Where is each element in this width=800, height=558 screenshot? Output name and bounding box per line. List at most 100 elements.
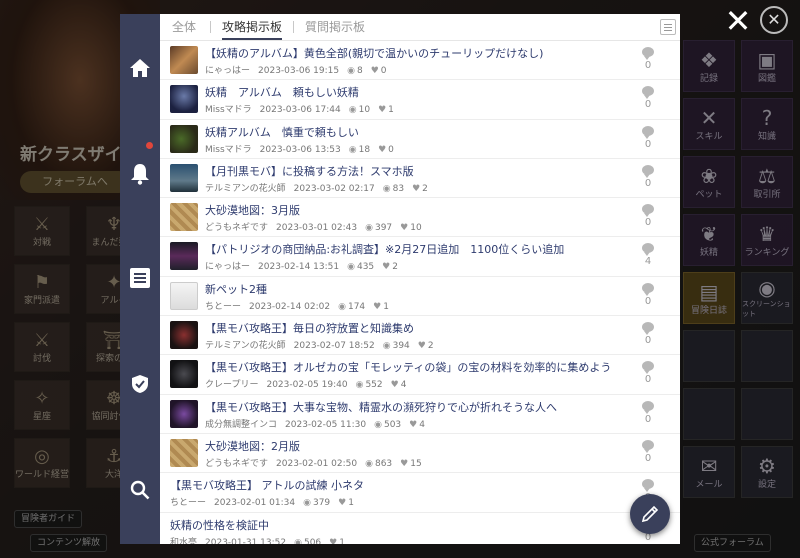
post-likes: 0 [380,66,387,76]
post-comment-count: 4 [644,256,652,268]
post-title[interactable]: 【黒モバ攻略王】大事な宝物、精霊水の瀕死狩りで心が折れそうな人へ [205,399,635,415]
eye-icon: ◉ [382,183,391,194]
post-meta: Missマドラ 2023-03-06 17:44 ◉ 10 ♥ 1 [205,102,635,115]
board-list-button[interactable] [120,258,160,298]
heart-icon: ♥ [400,223,409,234]
post-date: 2023-03-06 13:53 [259,144,341,155]
post-title[interactable]: 大砂漠地図：3月版 [205,202,635,218]
post-meta: どうもネギです 2023-02-01 02:50 ◉ 863 ♥ 15 [205,456,635,469]
comment-icon [642,204,654,218]
post-views: 506 [303,537,322,544]
forum-content: 全体 攻略掲示板 質問掲示板 【妖精のアルバム】黄色全部(親切で温かいのチューリ… [160,14,680,544]
post-title[interactable]: 新ペット2種 [205,281,635,297]
post-row[interactable]: 妖精の性格を検証中 和水亮 2023-01-31 13:52 ◉ 506 ♥ 1 0 [160,513,680,544]
post-meta: ちとーー 2023-02-01 01:34 ◉ 379 ♥ 1 [170,495,600,508]
post-title[interactable]: 妖精の性格を検証中 [170,517,600,533]
post-thumbnail [170,124,198,153]
home-icon [130,59,150,77]
post-row[interactable]: 【黒モバ攻略王】毎日の狩放置と知識集め テルミアンの花火師 2023-02-07 1… [160,316,680,356]
post-thumbnail [170,360,198,389]
post-thumbnail [170,321,198,350]
heart-icon: ♥ [390,380,399,391]
post-row[interactable]: 【パトリジオの商団納品:お礼調査】※2月27日追加 1100位くらい追加 にゃっは… [160,237,680,277]
post-views: 83 [392,183,405,194]
tab-strategy-board[interactable]: 攻略掲示板 [222,14,283,40]
view-toggle-icon[interactable] [660,19,676,35]
comment-icon [642,282,654,296]
search-button[interactable] [120,470,160,510]
post-likes: 4 [400,380,407,391]
notification-dot [146,142,153,149]
post-row[interactable]: 【黒モバ攻略王】大事な宝物、精霊水の瀕死狩りで心が折れそうな人へ 成分無調整インコ… [160,395,680,434]
write-post-button[interactable] [630,494,670,534]
shield-check-icon [132,375,148,393]
post-views: 552 [365,380,383,391]
post-views: 397 [374,223,393,234]
post-likes: 2 [427,341,434,352]
my-activity-button[interactable] [120,364,160,404]
notifications-button[interactable] [120,154,160,194]
post-row[interactable]: 新ペット2種 ちとーー 2023-02-14 02:02 ◉ 174 ♥ 1 0 [160,277,680,317]
list-icon [130,268,150,288]
close-icon[interactable]: ✕ [722,5,754,38]
eye-icon: ◉ [365,223,373,234]
post-row[interactable]: 【月刊黒モバ】に投稿する方法！スマホ版テルミアンの花火師 2023-03-02 0… [160,159,680,199]
close-circle-icon[interactable]: ✕ [760,6,788,34]
post-author: Missマドラ [205,105,252,116]
comment-icon [642,47,654,60]
post-title[interactable]: 妖精 アルバム 頼もしい妖精 [205,84,635,100]
post-meta: テルミアンの花火師 2023-03-02 02:17 ◉ 83 ♥ 2 [205,181,635,194]
heart-icon: ♥ [378,144,387,155]
tab-question-board[interactable]: 質問掲示板 [305,14,365,40]
post-author: どうもネギです [205,223,269,234]
post-author: テルミアンの花火師 [205,183,286,194]
tab-all[interactable]: 全体 [172,14,196,40]
post-row[interactable]: 妖精 アルバム 頼もしい妖精 Missマドラ 2023-03-06 17:44 ◉ 10… [160,80,680,120]
post-comment-count: 0 [644,138,652,150]
post-date: 2023-03-02 02:17 [293,183,375,194]
post-title[interactable]: 【月刊黒モバ】に投稿する方法！スマホ版 [205,163,635,179]
post-views: 18 [358,144,371,155]
post-row[interactable]: 【黒モバ攻略王】オルゼカの宝「モレッティの袋」の宝の材料を効率的に集めよう クレー… [160,355,680,395]
post-likes: 1 [348,498,354,509]
post-likes: 2 [422,183,428,194]
post-likes: 1 [339,537,345,544]
post-views: 863 [374,458,393,469]
home-button[interactable] [120,48,160,88]
post-views: 379 [312,498,331,509]
heart-icon: ♥ [370,66,379,76]
post-date: 2023-02-14 02:02 [249,301,331,312]
eye-icon: ◉ [382,341,391,352]
post-views: 174 [347,301,366,312]
post-author: 和水亮 [170,537,198,544]
post-author: Missマドラ [205,144,252,155]
post-meta: 和水亮 2023-01-31 13:52 ◉ 506 ♥ 1 [170,535,600,544]
post-title[interactable]: 【パトリジオの商団納品:お礼調査】※2月27日追加 1100位くらい追加 [205,241,635,257]
post-title[interactable]: 妖精アルバム 慎重で頼もしい [205,124,635,140]
tab-divider [210,21,211,33]
post-meta: にゃっはー 2023-03-06 19:15 ◉ 8 ♥ 0 [205,63,635,76]
bell-icon [131,164,149,185]
post-meta: テルミアンの花火師 2023-02-07 18:52 ◉ 394 ♥ 2 [205,338,635,351]
post-row[interactable]: 【黒モバ攻略王】 アトルの試練 小ネタ ちとーー 2023-02-01 01:34 ◉… [160,473,680,513]
post-title[interactable]: 【妖精のアルバム】黄色全部(親切で温かいのチューリップだけなし) [205,45,635,61]
post-comment-count: 0 [644,452,652,464]
post-row[interactable]: 大砂漠地図：2月版 どうもネギです 2023-02-01 02:50 ◉ 863 ♥ 15 0 [160,434,680,474]
board-tabs: 全体 攻略掲示板 質問掲示板 [160,14,680,41]
post-title[interactable]: 大砂漠地図：2月版 [205,438,635,454]
post-thumbnail [170,203,198,232]
post-row[interactable]: 妖精アルバム 慎重で頼もしい Missマドラ 2023-03-06 13:53 ◉ 18… [160,120,680,159]
post-title[interactable]: 【黒モバ攻略王】 アトルの試練 小ネタ [170,477,600,493]
comment-icon [642,400,654,414]
post-title[interactable]: 【黒モバ攻略王】オルゼカの宝「モレッティの袋」の宝の材料を効率的に集めよう [205,359,635,375]
post-row[interactable]: 【妖精のアルバム】黄色全部(親切で温かいのチューリップだけなし) にゃっはー 202… [160,41,680,81]
post-meta: 成分無調整インコ 2023-02-05 11:30 ◉ 503 ♥ 4 [205,417,635,430]
forum-modal: 全体 攻略掲示板 質問掲示板 【妖精のアルバム】黄色全部(親切で温かいのチューリ… [120,14,680,544]
post-author: ちとーー [205,301,242,312]
post-author: にゃっはー [205,66,251,76]
post-title[interactable]: 【黒モバ攻略王】毎日の狩放置と知識集め [205,320,635,336]
post-views: 435 [356,262,375,273]
post-author: テルミアンの花火師 [205,341,286,352]
post-thumbnail [170,163,198,192]
post-row[interactable]: 大砂漠地図：3月版 どうもネギです 2023-03-01 02:43 ◉ 397 ♥ 10 0 [160,198,680,238]
